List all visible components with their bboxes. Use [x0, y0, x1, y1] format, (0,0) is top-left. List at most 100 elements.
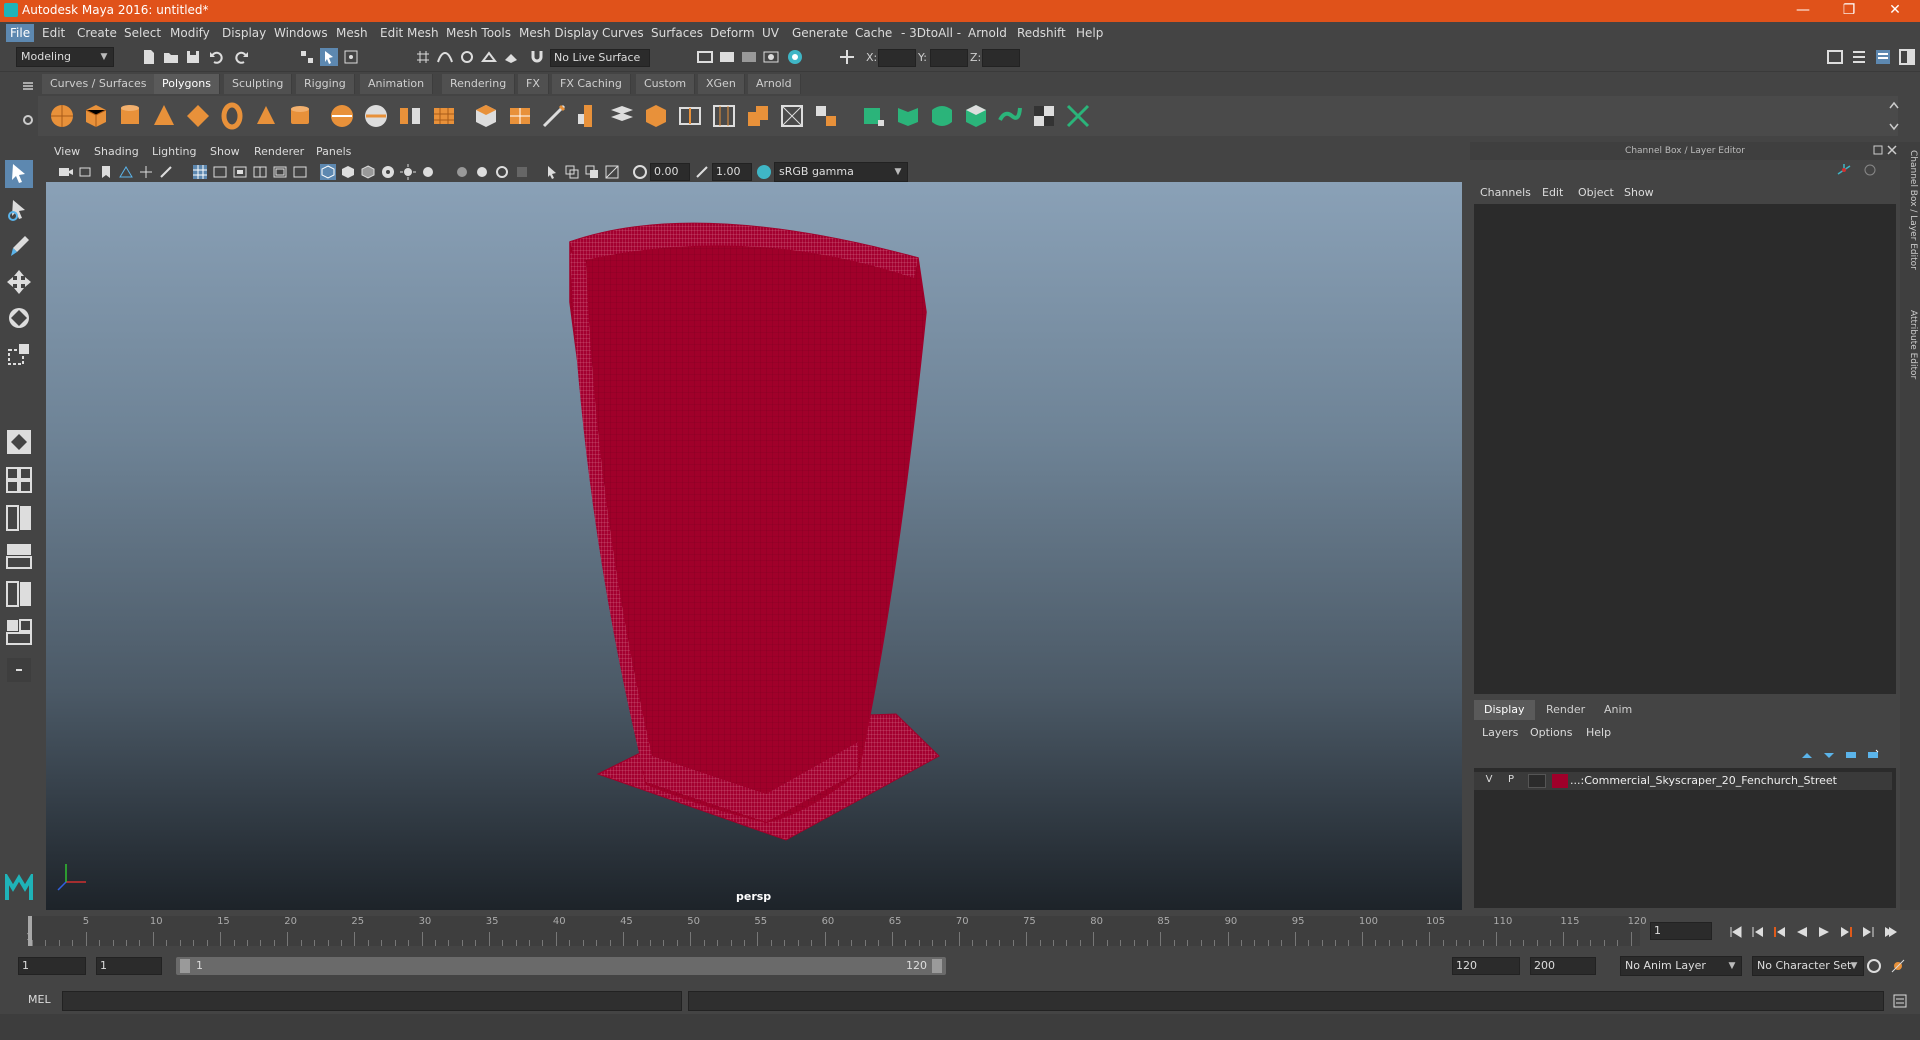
separate-icon[interactable] [362, 102, 390, 130]
undo-icon[interactable] [208, 48, 226, 66]
menu-generate[interactable]: Generate [792, 26, 848, 40]
z-coordinate-field[interactable] [982, 49, 1020, 67]
layer-tab-anim[interactable]: Anim [1594, 700, 1642, 720]
planar-map-icon[interactable] [894, 102, 922, 130]
range-end-handle[interactable] [932, 959, 942, 973]
time-slider[interactable]: 1 5 10 15 20 25 30 35 40 45 50 55 60 65 70 75 80 85 90 95 1… [26, 916, 1647, 946]
animation-preferences-icon[interactable] [1890, 958, 1906, 974]
select-hierarchy-icon[interactable] [298, 48, 316, 66]
render-view-icon[interactable] [696, 48, 714, 66]
range-start-handle[interactable] [180, 959, 190, 973]
combine-icon[interactable] [328, 102, 356, 130]
shelf-tab-xgen[interactable]: XGen [698, 74, 745, 94]
move-tool-icon[interactable] [5, 268, 33, 296]
gate-mask-icon[interactable] [232, 164, 248, 180]
textured-icon[interactable] [380, 164, 396, 180]
layer-menu-help[interactable]: Help [1586, 726, 1611, 739]
grid-toggle-icon[interactable] [138, 164, 154, 180]
playback-end-field[interactable]: 120 [1452, 957, 1520, 975]
play-backwards-icon[interactable] [1794, 924, 1810, 940]
move-layer-down-icon[interactable] [1822, 748, 1836, 762]
persp-outliner-layout-icon[interactable] [5, 580, 33, 608]
layer-playback-toggle[interactable]: P [1502, 774, 1520, 788]
attribute-editor-toggle-icon[interactable] [1850, 48, 1868, 66]
poly-cone-icon[interactable] [150, 102, 178, 130]
bridge-icon[interactable] [506, 102, 534, 130]
layer-tab-display[interactable]: Display [1474, 700, 1535, 720]
menu-file[interactable]: File [6, 24, 35, 42]
transform-space-icon[interactable] [838, 48, 856, 66]
poly-cylinder-icon[interactable] [116, 102, 144, 130]
menu-mesh[interactable]: Mesh [336, 26, 368, 40]
axis-manipulator-icon[interactable] [1836, 162, 1852, 178]
cylindrical-map-icon[interactable] [928, 102, 956, 130]
layer-menu-options[interactable]: Options [1530, 726, 1572, 739]
menu-edit[interactable]: Edit [42, 26, 65, 40]
render-frame-icon[interactable] [718, 48, 736, 66]
append-polygon-icon[interactable] [608, 102, 636, 130]
layer-name[interactable]: ...:Commercial_Skyscraper_20_Fenchurch_S… [1570, 774, 1837, 787]
channel-menu-object[interactable]: Object [1578, 186, 1614, 199]
uv-editor-icon[interactable] [860, 102, 888, 130]
menu-3dtoall[interactable]: - 3DtoAll - [901, 26, 961, 40]
poly-pyramid-icon[interactable] [252, 102, 280, 130]
mirror-icon[interactable] [744, 102, 772, 130]
magnet-icon[interactable] [528, 48, 546, 66]
maximize-button[interactable]: ❐ [1826, 0, 1872, 22]
shelf-menu-icon[interactable] [20, 78, 36, 94]
shelf-tab-rigging[interactable]: Rigging [296, 74, 355, 94]
layer-visibility-toggle[interactable]: V [1480, 774, 1498, 788]
side-tab-channel-box[interactable]: Channel Box / Layer Editor [1902, 150, 1918, 270]
menu-windows[interactable]: Windows [274, 26, 328, 40]
xray-joints-icon[interactable] [584, 164, 600, 180]
go-to-end-icon[interactable] [1882, 924, 1898, 940]
motion-blur-icon[interactable] [474, 164, 490, 180]
new-layer-selected-icon[interactable] [1866, 748, 1880, 762]
playback-start-field[interactable]: 1 [96, 957, 162, 975]
unfold-uv-icon[interactable] [1064, 102, 1092, 130]
menu-create[interactable]: Create [77, 26, 117, 40]
tool-settings-toggle-icon[interactable] [1874, 48, 1892, 66]
xray-icon[interactable] [564, 164, 580, 180]
menu-edit-mesh[interactable]: Edit Mesh [380, 26, 439, 40]
close-panel-icon[interactable] [1886, 144, 1898, 156]
viewport-menu-shading[interactable]: Shading [94, 145, 139, 158]
target-weld-icon[interactable] [642, 102, 670, 130]
single-pane-layout-icon[interactable] [5, 428, 33, 456]
image-plane-icon[interactable] [118, 164, 134, 180]
snap-surface-icon[interactable] [502, 48, 520, 66]
shelf-scroll-icon[interactable] [1888, 100, 1900, 132]
automatic-map-icon[interactable] [996, 102, 1024, 130]
channel-box-toggle-icon[interactable] [1898, 48, 1916, 66]
go-to-start-icon[interactable] [1728, 924, 1744, 940]
new-layer-icon[interactable] [1844, 748, 1858, 762]
persp-graph-layout-icon[interactable] [5, 542, 33, 570]
open-scene-icon[interactable] [162, 48, 180, 66]
field-chart-icon[interactable] [252, 164, 268, 180]
modeling-toolkit-icon[interactable] [1826, 48, 1844, 66]
extrude-icon[interactable] [472, 102, 500, 130]
viewport-menu-view[interactable]: View [54, 145, 80, 158]
hypershade-icon[interactable] [786, 48, 804, 66]
redo-icon[interactable] [232, 48, 250, 66]
shelf-tab-polygons[interactable]: Polygons [154, 74, 220, 94]
layer-menu-layers[interactable]: Layers [1482, 726, 1518, 739]
camera-attributes-icon[interactable] [78, 164, 94, 180]
gamma-field[interactable]: 1.00 [712, 163, 752, 181]
menu-mesh-display[interactable]: Mesh Display [519, 26, 599, 40]
film-gate-icon[interactable] [158, 164, 174, 180]
exposure-icon[interactable] [632, 164, 648, 180]
snap-curve-icon[interactable] [436, 48, 454, 66]
channel-options-icon[interactable] [1862, 162, 1878, 178]
layer-tab-render[interactable]: Render [1536, 700, 1595, 720]
gamma-icon[interactable] [694, 164, 710, 180]
fill-hole-icon[interactable] [778, 102, 806, 130]
layer-color-swatch[interactable] [1552, 774, 1568, 788]
reduce-icon[interactable] [812, 102, 840, 130]
channel-menu-edit[interactable]: Edit [1542, 186, 1563, 199]
isolate-select-icon[interactable] [544, 164, 560, 180]
shelf-tab-fx-caching[interactable]: FX Caching [552, 74, 631, 94]
wireframe-toggle-icon[interactable] [192, 164, 208, 180]
poly-torus-icon[interactable] [184, 102, 212, 130]
wireframe-shading-icon[interactable] [320, 164, 336, 180]
